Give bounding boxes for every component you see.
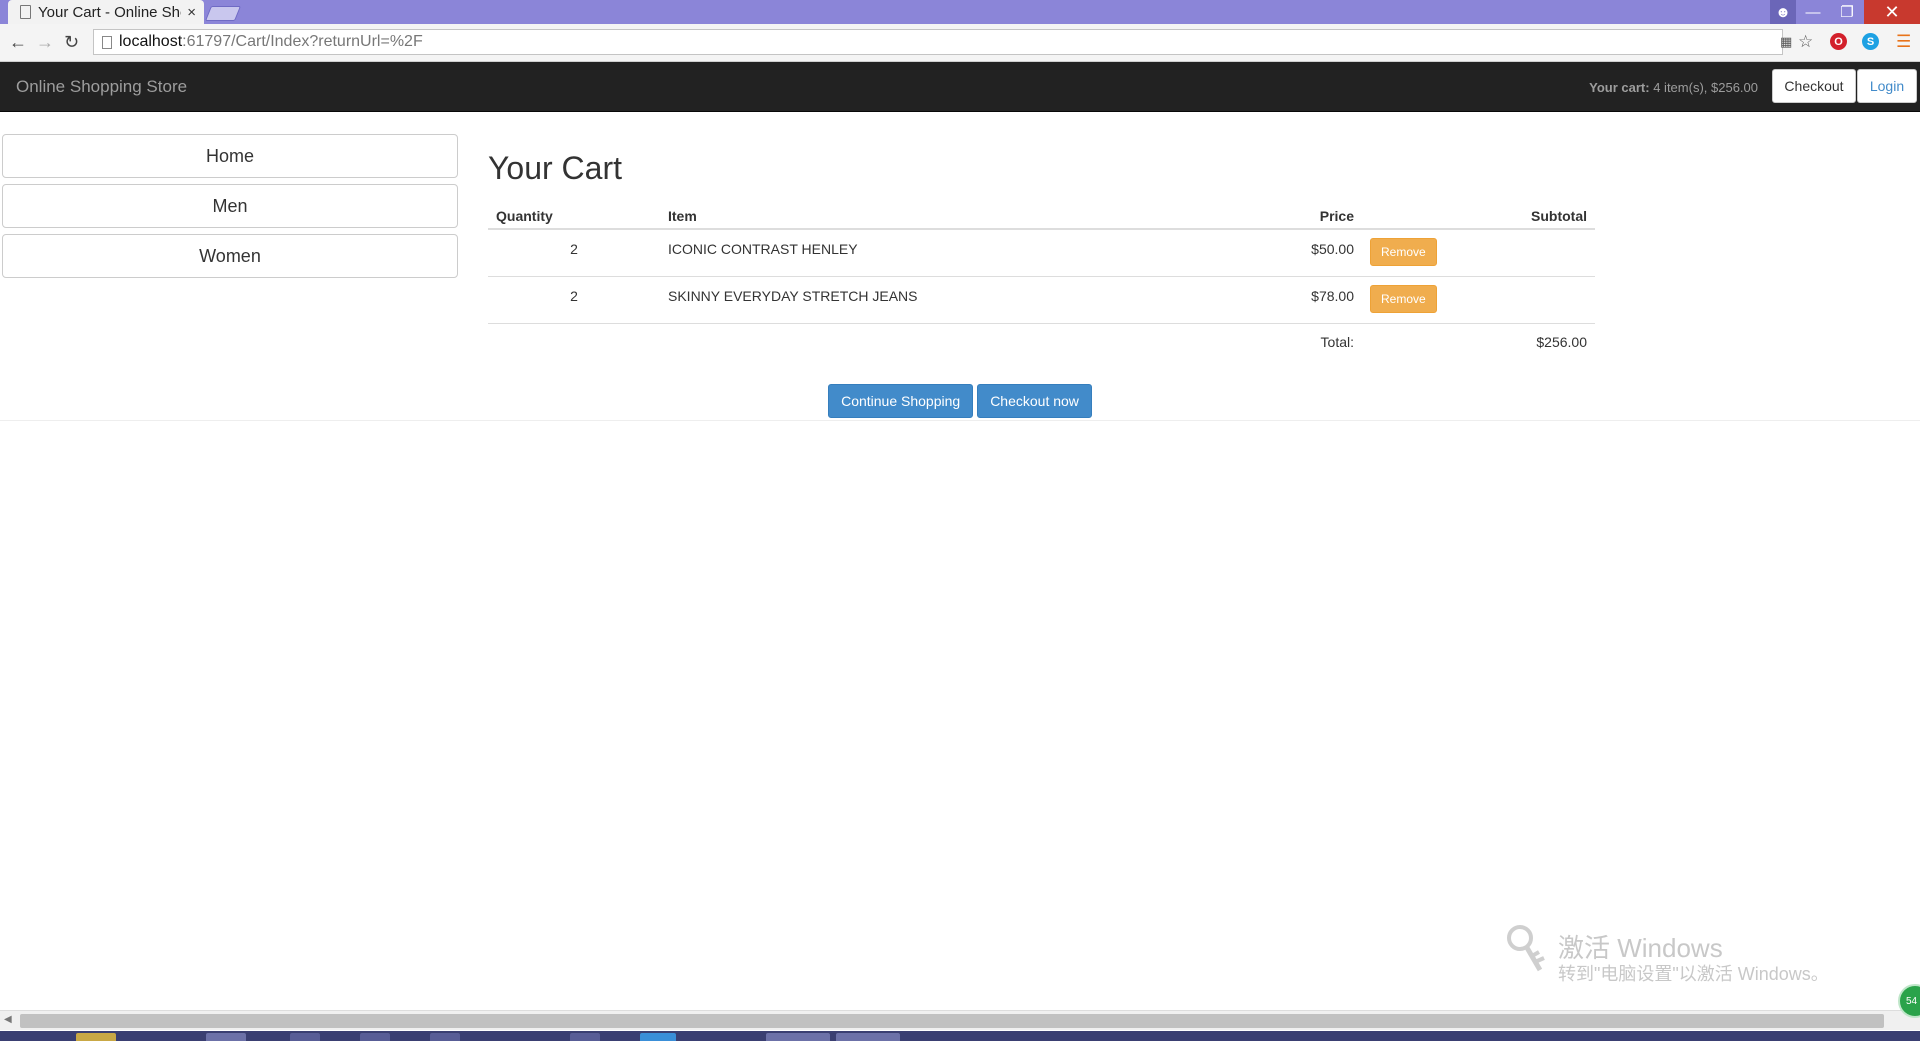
navbar-checkout-button[interactable]: Checkout xyxy=(1772,69,1856,103)
url-path: :61797/Cart/Index?returnUrl=%2F xyxy=(182,33,423,50)
site-brand[interactable]: Online Shopping Store xyxy=(16,77,187,97)
menu-icon[interactable]: ☰ xyxy=(1896,32,1911,52)
star-icon[interactable]: ☆ xyxy=(1798,32,1813,52)
row-price: $78.00 xyxy=(1130,275,1362,323)
cart-summary-value: 4 item(s), $256.00 xyxy=(1653,80,1758,95)
user-profile-icon[interactable]: ☻ xyxy=(1770,0,1796,24)
scroll-left-icon[interactable]: ◀ xyxy=(4,1014,12,1025)
cart-summary: Your cart: 4 item(s), $256.00 xyxy=(1589,80,1758,95)
page-icon xyxy=(20,5,31,19)
browser-tabstrip: Your Cart - Online Shopping Store × ☻ — … xyxy=(0,0,1920,24)
skype-icon[interactable]: S xyxy=(1862,33,1879,50)
continue-shopping-button[interactable]: Continue Shopping xyxy=(828,384,974,418)
window-close-icon[interactable]: ✕ xyxy=(1864,0,1920,24)
login-button[interactable]: Login xyxy=(1857,69,1917,103)
page-title: Your Cart xyxy=(488,150,622,186)
activation-watermark-subtitle: 转到"电脑设置"以激活 Windows。 xyxy=(1558,964,1829,984)
taskbar-app-icon[interactable] xyxy=(430,1033,460,1041)
row-actions: Remove xyxy=(1362,275,1595,323)
category-women-button[interactable]: Women xyxy=(2,234,458,278)
opera-icon[interactable]: O xyxy=(1830,33,1847,50)
back-icon[interactable]: ← xyxy=(9,32,27,53)
browser-tab-active[interactable]: Your Cart - Online Shopping Store × xyxy=(8,0,204,24)
taskbar-app-icon[interactable] xyxy=(360,1033,390,1041)
address-bar[interactable]: localhost :61797/Cart/Index?returnUrl=%2… xyxy=(93,29,1783,55)
scrollbar-thumb[interactable] xyxy=(20,1014,1884,1028)
window-controls: ☻ — ❐ ✕ xyxy=(1770,0,1920,24)
taskbar-app-icon[interactable] xyxy=(290,1033,320,1041)
total-value: $256.00 xyxy=(1362,322,1595,361)
content-divider xyxy=(0,420,1920,421)
total-label: Total: xyxy=(488,322,1362,361)
taskbar-app-icon[interactable] xyxy=(836,1033,900,1041)
category-home-button[interactable]: Home xyxy=(2,134,458,178)
checkout-now-button[interactable]: Checkout now xyxy=(977,384,1092,418)
row-item: ICONIC CONTRAST HENLEY xyxy=(660,228,1130,276)
url-host: localhost xyxy=(119,33,183,50)
table-row: 2 SKINNY EVERYDAY STRETCH JEANS $78.00 R… xyxy=(488,275,1595,323)
column-header-quantity: Quantity xyxy=(488,203,660,230)
remove-button[interactable]: Remove xyxy=(1370,238,1437,266)
taskbar-app-icon[interactable] xyxy=(570,1033,600,1041)
horizontal-scrollbar[interactable]: ◀ xyxy=(0,1010,1920,1030)
tab-close-icon[interactable]: × xyxy=(187,4,196,21)
row-quantity: 2 xyxy=(488,275,660,323)
row-price: $50.00 xyxy=(1130,228,1362,276)
cart-table: Quantity Item Price Subtotal 2 ICONIC CO… xyxy=(488,203,1595,361)
cart-table-header: Quantity Item Price Subtotal xyxy=(488,203,1595,230)
tab-title: Your Cart - Online Shopping Store xyxy=(38,3,181,21)
minimize-icon[interactable]: — xyxy=(1796,0,1830,24)
column-header-subtotal: Subtotal xyxy=(1362,203,1595,230)
row-actions: Remove xyxy=(1362,228,1595,276)
taskbar-app-icon[interactable] xyxy=(640,1033,676,1041)
cart-total-row: Total: $256.00 xyxy=(488,322,1595,361)
column-header-price: Price xyxy=(1130,203,1362,230)
translate-icon[interactable]: ▦ xyxy=(1780,34,1792,50)
forward-icon[interactable]: → xyxy=(36,32,54,53)
table-row: 2 ICONIC CONTRAST HENLEY $50.00 Remove xyxy=(488,228,1595,276)
row-quantity: 2 xyxy=(488,228,660,276)
site-navbar: Online Shopping Store Your cart: 4 item(… xyxy=(0,62,1920,112)
remove-button[interactable]: Remove xyxy=(1370,284,1437,313)
restore-icon[interactable]: ❐ xyxy=(1830,0,1864,24)
taskbar-explorer-icon[interactable] xyxy=(76,1033,116,1041)
new-tab-button[interactable] xyxy=(204,6,242,21)
row-item: SKINNY EVERYDAY STRETCH JEANS xyxy=(660,275,1130,323)
taskbar-vs-icon[interactable] xyxy=(766,1033,830,1041)
page-icon xyxy=(102,35,112,49)
cart-summary-label: Your cart: xyxy=(1589,80,1650,95)
cart-actions: Continue Shopping Checkout now xyxy=(0,384,1920,418)
taskbar-chrome-icon[interactable] xyxy=(206,1033,246,1041)
reload-icon[interactable]: ↻ xyxy=(64,32,79,53)
column-header-item: Item xyxy=(660,203,1130,230)
browser-toolbar: ← → ↻ localhost :61797/Cart/Index?return… xyxy=(0,24,1920,62)
category-men-button[interactable]: Men xyxy=(2,184,458,228)
key-icon xyxy=(1507,925,1545,972)
taskbar xyxy=(0,1031,1920,1041)
